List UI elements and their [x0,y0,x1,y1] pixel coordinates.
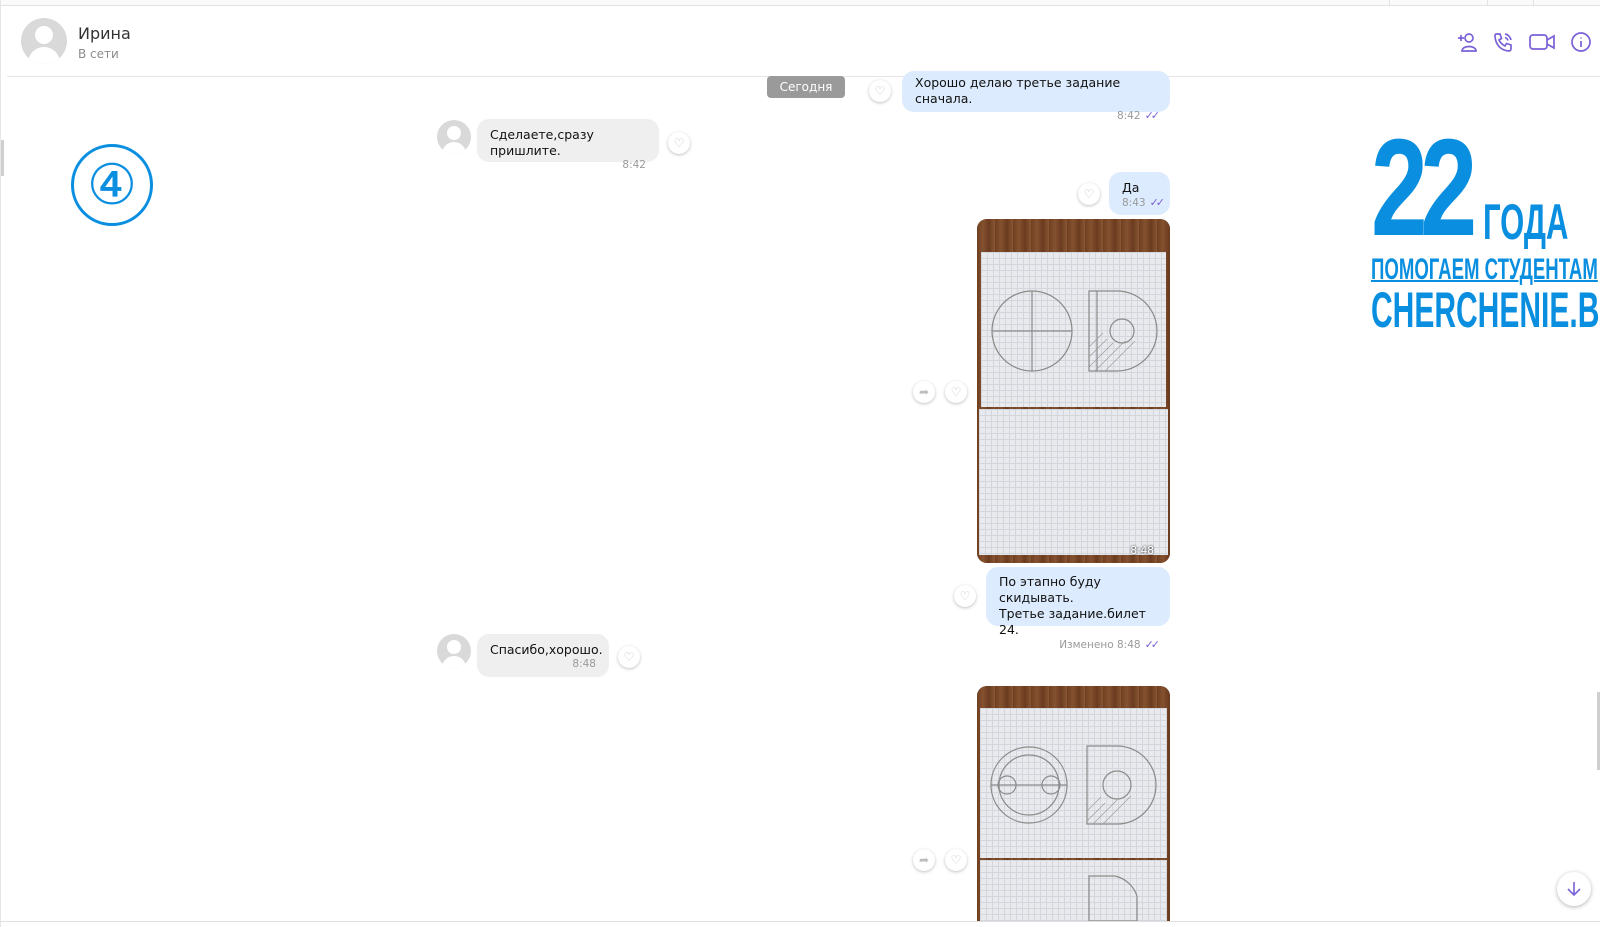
photo-attachment[interactable] [977,686,1170,921]
message-time: 8:43 ✓✓ [1122,196,1165,209]
message-text: Да [1122,180,1140,195]
brand-number: 22 [1371,111,1477,265]
message-time: 8:42 ✓✓ [1116,109,1161,122]
message-time: Изменено 8:48 ✓✓ [1059,638,1161,651]
sender-avatar[interactable] [437,634,471,668]
info-icon[interactable] [1569,30,1593,54]
message-text-line: Третье задание.билет 24. [999,606,1146,637]
drawing-sketch [990,745,1157,921]
message-time: 8:48 [572,658,596,670]
photo-time: 8:48 [1130,545,1154,557]
date-divider: Сегодня [767,76,845,98]
message-bubble[interactable]: По этапно буду скидывать. Третье задание… [986,567,1170,651]
heart-icon[interactable]: ♡ [869,80,891,102]
drawing-sketch [991,290,1158,372]
video-camera-icon[interactable] [1527,30,1557,54]
chat-window: Ирина В сети ④ 22 ГОДА ПОМОГАЕМ СТУДЕНТА… [0,0,1600,927]
scroll-to-bottom-button[interactable] [1557,872,1591,906]
heart-icon[interactable]: ♡ [954,585,976,607]
message-text: Хорошо делаю третье задание сначала. [915,75,1121,106]
brand-word: ГОДА [1483,194,1569,250]
sidebar-resize-handle[interactable] [1,140,4,176]
input-area-divider [1,921,1600,922]
message-text: Сделаете,сразу пришлите. [490,127,594,158]
heart-icon[interactable]: ♡ [945,849,967,871]
message-bubble[interactable]: Спасибо,хорошо. 8:48 [477,634,609,677]
photo-attachment[interactable]: 8:48 [977,219,1170,563]
heart-icon[interactable]: ♡ [668,132,690,154]
contact-status: В сети [78,47,119,61]
share-icon[interactable]: ➦ [913,849,935,871]
message-text-line: По этапно буду скидывать. [999,574,1101,605]
brand-site: CHERCHENIE.BY [1371,282,1600,338]
read-ticks-icon: ✓✓ [1144,638,1161,651]
heart-icon[interactable]: ♡ [618,646,640,668]
message-text: Спасибо,хорошо. [490,642,603,657]
add-user-icon[interactable] [1455,30,1479,54]
message-time: 8:42 [622,159,646,171]
read-ticks-icon: ✓✓ [1144,109,1161,122]
sender-avatar[interactable] [437,120,471,154]
message-bubble[interactable]: Хорошо делаю третье задание сначала. 8:4… [902,71,1170,122]
arrow-down-icon [1567,882,1581,897]
read-ticks-icon: ✓✓ [1149,196,1166,209]
brand-logo: 22 ГОДА ПОМОГАЕМ СТУДЕНТАМ CHERCHENIE.BY [1371,111,1600,336]
contact-avatar[interactable] [21,18,67,64]
step-number-badge: ④ [71,144,153,226]
heart-icon[interactable]: ♡ [945,381,967,403]
phone-icon[interactable] [1491,30,1515,54]
header-actions [1455,30,1593,54]
contact-name[interactable]: Ирина [78,24,131,43]
share-icon[interactable]: ➦ [913,381,935,403]
message-bubble[interactable]: Да 8:43 ✓✓ [1109,172,1170,215]
chat-header: Ирина В сети [7,6,1600,77]
heart-icon[interactable]: ♡ [1078,183,1100,205]
message-bubble[interactable]: Сделаете,сразу пришлите. 8:42 [477,119,659,171]
